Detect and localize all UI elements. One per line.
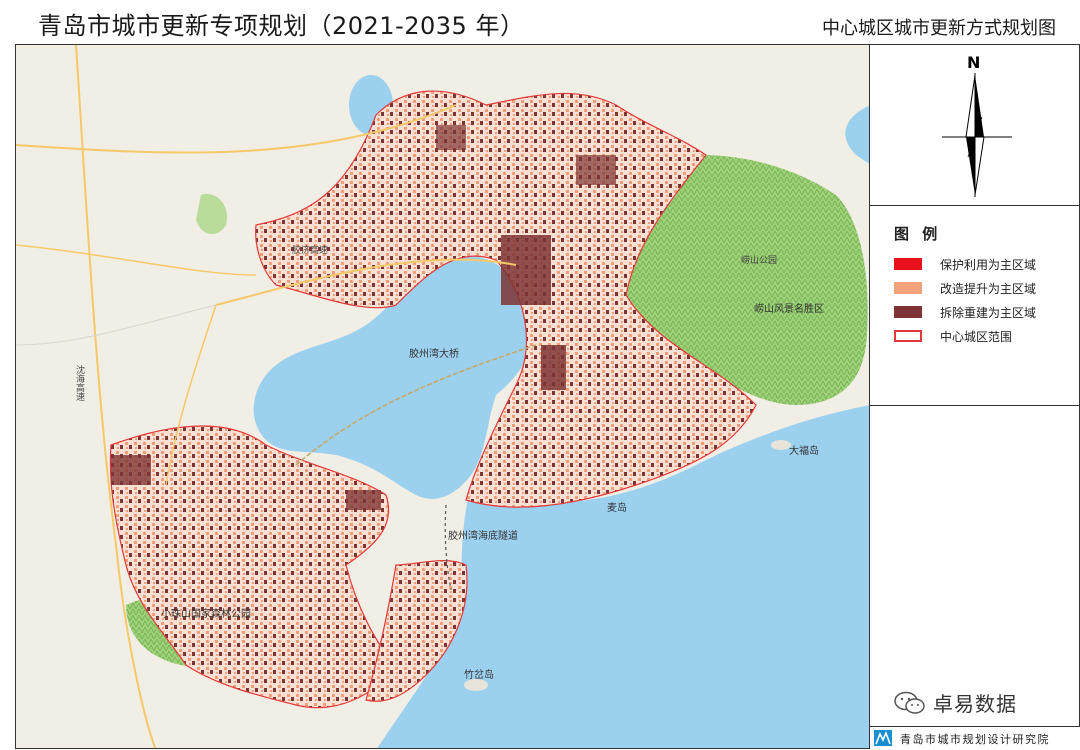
fu-island-label: 麦岛 bbox=[607, 503, 627, 514]
map-canvas[interactable]: 胶州湾大桥 胶州湾海底隧道 崂山风景名胜区 大福岛 麦岛 竹岔岛 小珠山国家森林… bbox=[15, 44, 870, 749]
legend-title: 图 例 bbox=[894, 225, 942, 243]
expressway-label: 沈海高速 bbox=[74, 365, 84, 401]
map-title: 中心城区城市更新方式规划图 bbox=[822, 18, 1056, 39]
side-panel: N 图 例 保护利用为主区域 改造提升为主区域 拆除重建为主区域 中心城区范围 bbox=[870, 44, 1080, 749]
legend-label: 拆除重建为主区域 bbox=[940, 305, 1037, 320]
legend-item: 中心城区范围 bbox=[894, 329, 1013, 344]
footer: 青岛市城市规划设计研究院 bbox=[870, 726, 1080, 750]
north-label: N bbox=[967, 53, 981, 72]
wechat-icon bbox=[894, 691, 925, 714]
legend-item: 改造提升为主区域 bbox=[894, 281, 1037, 296]
institute-name: 青岛市城市规划设计研究院 bbox=[900, 733, 1050, 746]
legend: 图 例 保护利用为主区域 改造提升为主区域 拆除重建为主区域 中心城区范围 bbox=[870, 205, 1080, 406]
legend-item: 拆除重建为主区域 bbox=[894, 305, 1037, 320]
zhuchadao-label: 竹岔岛 bbox=[464, 670, 494, 681]
legend-swatch-protect bbox=[894, 258, 922, 270]
bay-bridge-label: 胶州湾大桥 bbox=[409, 349, 459, 360]
xiaozhu-park-label: 小珠山国家森林公园 bbox=[161, 609, 251, 620]
jiaozhou-road-label: 胶济高速 bbox=[292, 246, 329, 256]
document-title: 青岛市城市更新专项规划（2021-2035 年） bbox=[38, 12, 525, 40]
park-label: 崂山公园 bbox=[741, 256, 778, 266]
bay-tunnel-label: 胶州湾海底隧道 bbox=[448, 531, 518, 542]
legend-label: 中心城区范围 bbox=[940, 329, 1013, 344]
legend-swatch-upgrade bbox=[894, 282, 922, 294]
compass: N bbox=[870, 45, 1080, 206]
redevelopment-block bbox=[436, 125, 466, 150]
institute-logo-icon bbox=[874, 730, 892, 746]
redevelopment-block bbox=[346, 490, 381, 510]
laoshan-label: 崂山风景名胜区 bbox=[754, 304, 824, 315]
redevelopment-block bbox=[501, 235, 551, 305]
redevelopment-block bbox=[111, 455, 151, 485]
redevelopment-block bbox=[576, 155, 616, 185]
watermark-text: 卓易数据 bbox=[933, 692, 1017, 716]
watermark: 卓易数据 bbox=[893, 688, 1017, 717]
legend-label: 保护利用为主区域 bbox=[940, 257, 1037, 272]
dafu-island-shape bbox=[771, 440, 791, 450]
legend-swatch-rebuild bbox=[894, 306, 922, 318]
map-svg bbox=[16, 45, 869, 748]
legend-item: 保护利用为主区域 bbox=[894, 257, 1037, 272]
redevelopment-block bbox=[541, 345, 566, 390]
legend-swatch-boundary bbox=[894, 330, 922, 342]
header: 青岛市城市更新专项规划（2021-2035 年） 中心城区城市更新方式规划图 bbox=[0, 0, 1080, 44]
legend-label: 改造提升为主区域 bbox=[940, 281, 1037, 296]
dafu-island-label: 大福岛 bbox=[789, 446, 819, 457]
